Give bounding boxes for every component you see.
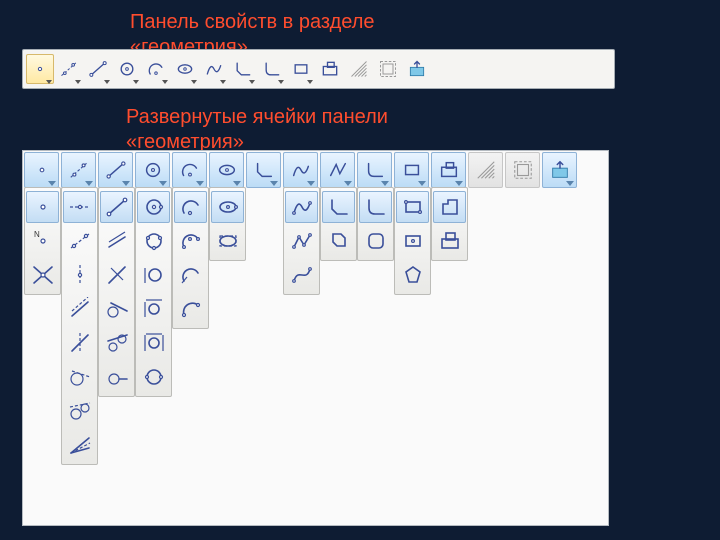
segment-tool[interactable] xyxy=(84,54,112,84)
point-free[interactable] xyxy=(26,191,59,223)
col-seg xyxy=(98,187,135,397)
spl-broken[interactable] xyxy=(285,225,318,257)
hatch-tool[interactable] xyxy=(345,54,373,84)
arc-2pt[interactable] xyxy=(174,293,207,325)
seg-2pt[interactable] xyxy=(100,191,133,223)
rect-tool[interactable] xyxy=(287,54,315,84)
hd-point[interactable] xyxy=(24,152,59,188)
ell-diag[interactable] xyxy=(211,225,244,257)
update-tool[interactable] xyxy=(403,54,431,84)
hd-circle[interactable] xyxy=(135,152,170,188)
re-2pt[interactable] xyxy=(396,191,429,223)
co-contour[interactable] xyxy=(433,191,466,223)
circle-tool[interactable] xyxy=(113,54,141,84)
aux-horiz[interactable] xyxy=(63,191,96,223)
hd-equidist[interactable] xyxy=(505,152,540,188)
spl-nurbs[interactable] xyxy=(285,191,318,223)
spl-bezier[interactable] xyxy=(285,259,318,291)
caption-expanded: Развернутые ячейки панели «геометрия» xyxy=(126,105,456,155)
point-tool[interactable] xyxy=(26,54,54,84)
col-cham xyxy=(320,187,357,261)
aux-bisect[interactable] xyxy=(63,429,96,461)
arc-tan[interactable] xyxy=(174,259,207,291)
ch-poly[interactable] xyxy=(322,225,355,257)
aux-tangent[interactable] xyxy=(63,361,96,393)
fi-corner[interactable] xyxy=(359,191,392,223)
hd-break[interactable] xyxy=(320,152,355,188)
col-point: N xyxy=(24,187,61,295)
seg-tan2[interactable] xyxy=(100,327,133,359)
geometry-toolbar xyxy=(22,49,615,89)
cir-tan2[interactable] xyxy=(137,293,170,325)
cir-tan3[interactable] xyxy=(137,327,170,359)
col-aux xyxy=(61,187,98,465)
aux-perp[interactable] xyxy=(63,327,96,359)
seg-tan1[interactable] xyxy=(100,293,133,325)
re-poly[interactable] xyxy=(396,259,429,291)
hd-rect[interactable] xyxy=(394,152,429,188)
hd-collect[interactable] xyxy=(431,152,466,188)
arc-ctr[interactable] xyxy=(174,191,207,223)
aux-vert[interactable] xyxy=(63,259,96,291)
cir-2pt[interactable] xyxy=(137,361,170,393)
hd-chamfer[interactable] xyxy=(246,152,281,188)
seg-par[interactable] xyxy=(100,225,133,257)
aux-line-tool[interactable] xyxy=(55,54,83,84)
point-intersect[interactable] xyxy=(26,259,59,291)
hd-aux-line[interactable] xyxy=(61,152,96,188)
spline-tool[interactable] xyxy=(200,54,228,84)
svg-text:N: N xyxy=(34,230,40,239)
point-n[interactable]: N xyxy=(26,225,59,257)
ell-axis[interactable] xyxy=(211,191,244,223)
aux-parallel[interactable] xyxy=(63,293,96,325)
cir-center[interactable] xyxy=(137,191,170,223)
hd-arc[interactable] xyxy=(172,152,207,188)
fillet-tool[interactable] xyxy=(258,54,286,84)
col-rect xyxy=(394,187,431,295)
aux-tan2[interactable] xyxy=(63,395,96,427)
seg-tan-ext[interactable] xyxy=(100,361,133,393)
col-arc xyxy=(172,187,209,329)
collect-tool[interactable] xyxy=(316,54,344,84)
expanded-flyouts-panel: N xyxy=(22,150,609,526)
hd-fillet[interactable] xyxy=(357,152,392,188)
cir-tan1[interactable] xyxy=(137,259,170,291)
hd-hatch[interactable] xyxy=(468,152,503,188)
aux-two[interactable] xyxy=(63,225,96,257)
arc-tool[interactable] xyxy=(142,54,170,84)
fi-poly[interactable] xyxy=(359,225,392,257)
hd-update[interactable] xyxy=(542,152,577,188)
co-assem[interactable] xyxy=(433,225,466,257)
hd-spline[interactable] xyxy=(283,152,318,188)
col-circle xyxy=(135,187,172,397)
seg-perp[interactable] xyxy=(100,259,133,291)
equidist-tool[interactable] xyxy=(374,54,402,84)
cir-3pt[interactable] xyxy=(137,225,170,257)
hd-ellipse[interactable] xyxy=(209,152,244,188)
hd-segment[interactable] xyxy=(98,152,133,188)
chamfer-tool[interactable] xyxy=(229,54,257,84)
ch-corner[interactable] xyxy=(322,191,355,223)
col-fil xyxy=(357,187,394,261)
col-ell xyxy=(209,187,246,261)
ellipse-tool[interactable] xyxy=(171,54,199,84)
col-spl xyxy=(283,187,320,295)
flyout-header-row xyxy=(23,151,608,187)
re-ctr[interactable] xyxy=(396,225,429,257)
col-coll xyxy=(431,187,468,261)
arc-3pt[interactable] xyxy=(174,225,207,257)
